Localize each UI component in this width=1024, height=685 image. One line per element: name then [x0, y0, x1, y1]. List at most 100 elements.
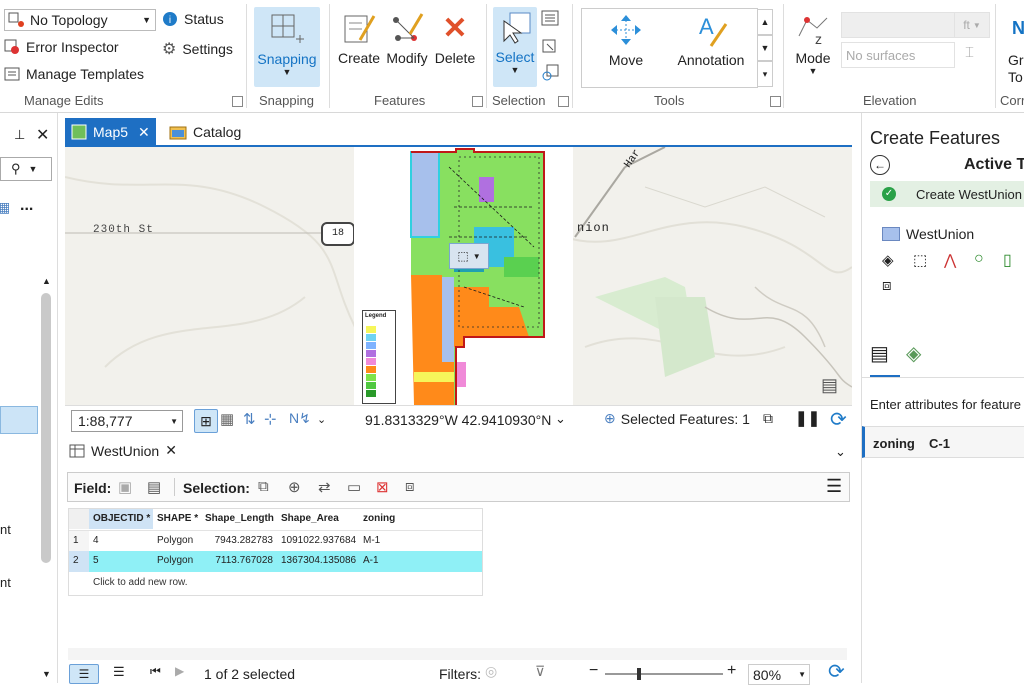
tab-catalog[interactable]: Catalog [165, 118, 245, 146]
menu-icon[interactable]: ☰ [826, 476, 842, 497]
row-number[interactable]: 2 [69, 551, 89, 572]
overview-icon[interactable]: ▤ [821, 375, 838, 396]
close-icon[interactable]: ✕ [36, 125, 49, 145]
selected-features-button[interactable]: ⊕ Selected Features: 1 [604, 410, 750, 427]
cell-objectid[interactable]: 5 [89, 551, 153, 572]
cell-shape-length[interactable]: 7113.767028 [201, 551, 277, 572]
first-record-icon[interactable]: ⏮ [150, 664, 161, 679]
cell-zoning[interactable]: M-1 [359, 531, 482, 551]
attributes-tab-icon[interactable]: ▤ [870, 341, 889, 366]
scroll-down-icon[interactable]: ▼ [42, 669, 51, 679]
layer-template[interactable]: WestUnion [882, 226, 974, 242]
show-selected-records-icon[interactable]: ☰ [113, 664, 125, 680]
attribute-row[interactable]: zoning C-1 [862, 426, 1024, 458]
constraints-icon[interactable]: ⇅ [243, 410, 256, 428]
manage-templates-button[interactable]: Manage Templates [4, 66, 144, 82]
select-button[interactable]: Select ▼ [493, 7, 537, 87]
selected-layer-row[interactable] [0, 406, 38, 434]
elevation-value-input[interactable] [841, 12, 955, 38]
extent-filter-icon[interactable]: ◎ [485, 663, 497, 680]
close-icon[interactable]: ✕ [165, 442, 177, 459]
cell-shape[interactable]: Polygon [153, 531, 201, 551]
scroll-up-icon[interactable]: ▲ [42, 276, 51, 286]
copy-selected-icon[interactable]: ⧈ [405, 478, 415, 495]
error-inspector-button[interactable]: Error Inspector [4, 39, 119, 55]
gallery-expand[interactable]: ▾ [757, 61, 773, 87]
column-header-shape-area[interactable]: Shape_Area [277, 509, 359, 529]
cell-shape-area[interactable]: 1091022.937684 [277, 531, 359, 551]
launcher-icon[interactable] [472, 96, 483, 107]
annotation-tool[interactable]: A Annotation [672, 12, 750, 68]
column-header-objectid[interactable]: OBJECTID * [89, 509, 153, 529]
elevation-mode-button[interactable]: z Mode ▼ [790, 10, 836, 76]
cell-objectid[interactable]: 4 [89, 531, 153, 551]
attribute-field-value[interactable]: C-1 [929, 436, 950, 451]
zoom-to-icon[interactable]: ⊕ [288, 478, 301, 496]
select-by-location-icon[interactable] [541, 64, 559, 82]
gallery-scroll-down[interactable]: ▼ [757, 35, 773, 61]
add-field-icon[interactable]: ▣ [118, 478, 132, 496]
corner-cell[interactable] [69, 509, 89, 529]
status-button[interactable]: i Status [162, 11, 224, 27]
geometry-tab-icon[interactable]: ◈ [906, 341, 921, 366]
zoom-level-select[interactable]: 80% ▼ [748, 664, 810, 685]
back-arrow-icon[interactable]: ← [870, 155, 890, 175]
correction-icon[interactable]: ⊹ [264, 410, 277, 428]
more-options-button[interactable]: ... [20, 197, 33, 215]
pane-options-chevron[interactable]: ⌄ [835, 444, 846, 460]
coordinate-format-chevron[interactable]: ⌄ [555, 411, 566, 427]
circle-tool-icon[interactable]: ○ [974, 250, 984, 268]
close-icon[interactable]: ✕ [138, 124, 150, 141]
layer-icon[interactable]: ▦ [0, 199, 10, 216]
launcher-icon[interactable] [232, 96, 243, 107]
scale-select[interactable]: 1:88,777 ▼ [71, 410, 183, 432]
tab-westunion-table[interactable]: WestUnion ✕ [69, 442, 177, 459]
row-number[interactable]: 1 [69, 531, 89, 551]
cell-zoning[interactable]: A-1 [359, 551, 482, 572]
edit-anchor-widget[interactable]: ⬚ ▼ [449, 243, 489, 269]
switch-selection-icon[interactable]: ⇄ [318, 478, 331, 496]
select-by-attributes-icon[interactable] [541, 38, 559, 54]
add-new-row[interactable]: Click to add new row. [89, 573, 482, 593]
pin-icon[interactable]: ⊥ [14, 127, 25, 143]
modify-button[interactable]: Modify [383, 12, 431, 66]
chevron-down-icon[interactable]: ⌄ [317, 413, 326, 426]
zoom-out-button[interactable]: − [589, 662, 598, 680]
ellipse-tool-icon[interactable]: ▯ [1003, 250, 1012, 270]
search-input[interactable]: ⚲ ▼ [0, 157, 52, 181]
zoom-slider[interactable] [605, 673, 723, 675]
north-arrow-icon[interactable]: N↯ [289, 410, 311, 427]
topology-select[interactable]: No Topology ▼ [4, 9, 156, 31]
table-horizontal-scrollbar[interactable] [68, 648, 847, 660]
settings-button[interactable]: ⚙ Settings [162, 39, 233, 59]
surfaces-select[interactable]: No surfaces [841, 42, 955, 68]
rectangle-tool-icon[interactable]: ⬚ [913, 251, 927, 269]
table-row[interactable]: 2 5 Polygon 7113.767028 1367304.135086 A… [69, 551, 482, 572]
polygon-tool-icon[interactable]: ◈ [882, 251, 894, 269]
move-tool[interactable]: Move [590, 12, 662, 68]
show-all-records-icon[interactable]: ☰ [69, 664, 99, 684]
delete-selected-icon[interactable]: ⊠ [376, 478, 389, 496]
pause-drawing-icon[interactable]: ❚❚ [795, 409, 820, 427]
launcher-icon[interactable] [770, 96, 781, 107]
corrections-icon[interactable]: N [1012, 18, 1024, 39]
polyline-tool-icon[interactable]: ⋀ [944, 251, 956, 269]
cell-shape-area[interactable]: 1367304.135086 [277, 551, 359, 572]
column-header-shape-length[interactable]: Shape_Length [201, 509, 277, 529]
launcher-icon[interactable] [558, 96, 569, 107]
zoom-slider-thumb[interactable] [637, 668, 641, 680]
filter-icon[interactable]: ⊽ [535, 663, 545, 680]
create-westunion-item[interactable]: ✓ Create WestUnion [870, 181, 1024, 207]
column-header-zoning[interactable]: zoning [359, 509, 482, 529]
attributes-icon[interactable] [541, 10, 559, 26]
zoom-in-button[interactable]: + [727, 662, 736, 680]
table-row[interactable]: 1 4 Polygon 7943.282783 1091022.937684 M… [69, 530, 482, 551]
select-by-attributes-icon[interactable]: ⧉ [258, 478, 269, 495]
cell-shape-length[interactable]: 7943.282783 [201, 531, 277, 551]
tab-map5[interactable]: Map5 ✕ [65, 118, 156, 146]
trace-tool-icon[interactable]: ⧈ [882, 277, 892, 294]
column-header-shape[interactable]: SHAPE * [153, 509, 201, 529]
cell-shape[interactable]: Polygon [153, 551, 201, 572]
gallery-scroll-up[interactable]: ▲ [757, 9, 773, 35]
elevation-unit-select[interactable]: ft ▼ [954, 12, 990, 38]
